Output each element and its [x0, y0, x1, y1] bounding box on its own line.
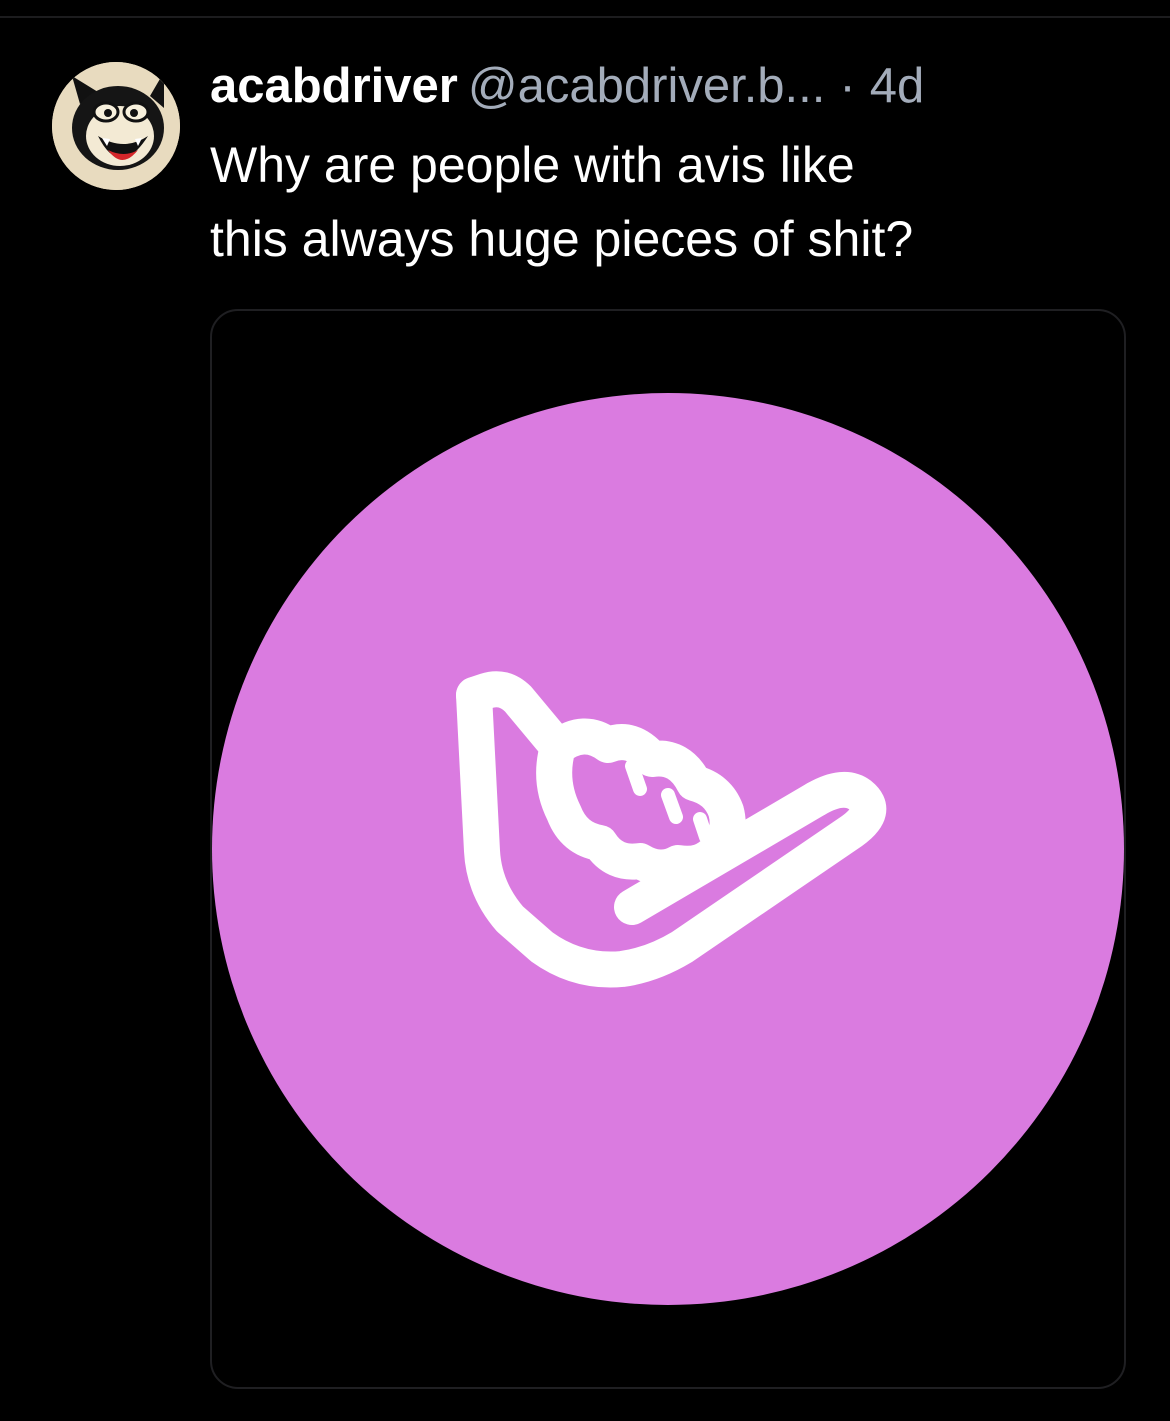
meta-separator: · — [839, 59, 856, 113]
post-timestamp[interactable]: 4d — [870, 59, 925, 113]
author-handle[interactable]: @acabdriver.b... — [468, 59, 826, 113]
post-text-line: this always huge pieces of shit? — [210, 211, 914, 267]
shaka-hand-icon — [212, 393, 1124, 1305]
post-header: acabdriver @acabdriver.b... · 4d — [210, 56, 1140, 116]
post-image[interactable] — [210, 309, 1126, 1389]
post-text: Why are people with avis like this alway… — [210, 128, 1130, 276]
author-display-name[interactable]: acabdriver — [210, 59, 458, 113]
author-avatar[interactable] — [52, 62, 180, 190]
post[interactable]: acabdriver @acabdriver.b... · 4d Why are pe… — [0, 18, 1170, 1421]
post-text-line: Why are people with avis like — [210, 137, 855, 193]
cartoon-cat-avatar-icon — [52, 62, 180, 190]
